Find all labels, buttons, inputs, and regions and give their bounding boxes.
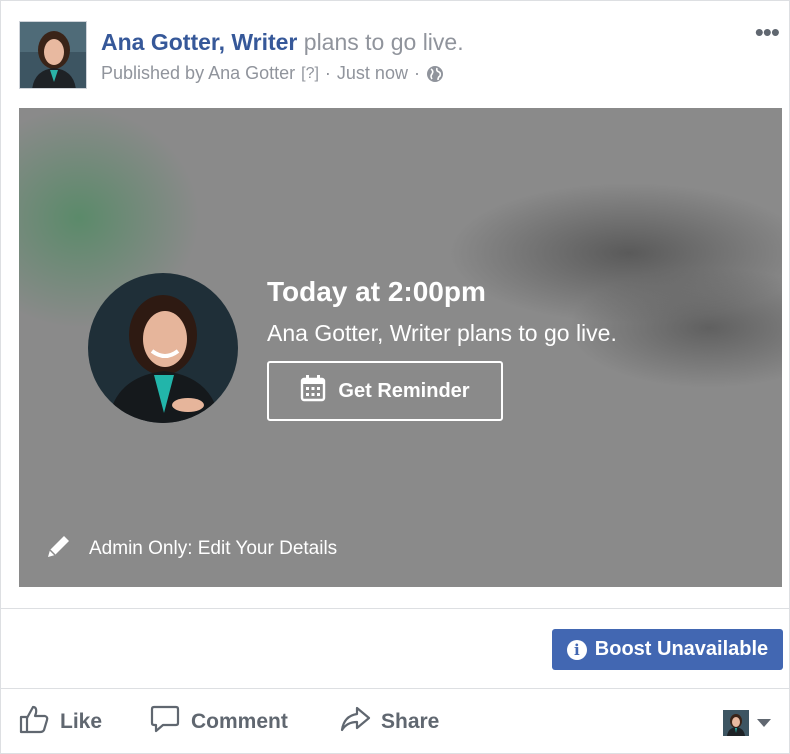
comment-button[interactable]: Comment: [149, 702, 288, 742]
pencil-icon: [45, 532, 73, 566]
comment-label: Comment: [191, 710, 288, 733]
admin-edit-details-link[interactable]: Admin Only: Edit Your Details: [45, 532, 337, 566]
calendar-icon: [300, 374, 326, 408]
get-reminder-label: Get Reminder: [338, 379, 470, 402]
globe-icon[interactable]: [426, 65, 444, 83]
author-link[interactable]: Ana Gotter, Writer: [101, 29, 297, 55]
like-label: Like: [60, 710, 103, 733]
scheduled-time: Today at 2:00pm: [267, 276, 486, 307]
timestamp-link[interactable]: Just now: [337, 63, 408, 84]
meta-separator-2: ·: [413, 63, 420, 83]
boost-label: Boost Unavailable: [594, 638, 769, 660]
chevron-down-icon: [757, 719, 771, 727]
post-headline: Ana Gotter, Writer plans to go live.: [101, 29, 464, 56]
divider: [1, 688, 790, 689]
post-action-text: plans to go live.: [303, 29, 464, 55]
more-options-icon[interactable]: •••: [755, 19, 780, 45]
divider: [1, 608, 790, 609]
boost-unavailable-button[interactable]: i Boost Unavailable: [552, 629, 783, 670]
author-avatar[interactable]: [19, 21, 87, 89]
viewer-avatar: [723, 710, 749, 736]
get-reminder-button[interactable]: Get Reminder: [267, 361, 503, 421]
published-by-text: Published by Ana Gotter: [101, 63, 296, 83]
post-as-selector[interactable]: [723, 710, 771, 736]
thumbs-up-icon: [18, 703, 50, 741]
live-post-card: Ana Gotter, Writer plans to go live. Pub…: [0, 0, 790, 754]
post-meta: Published by Ana Gotter [?] · Just now ·: [101, 63, 444, 84]
help-link[interactable]: [?]: [301, 65, 319, 83]
like-button[interactable]: Like: [18, 702, 102, 742]
share-label: Share: [381, 710, 440, 733]
live-subtitle: Ana Gotter, Writer plans to go live.: [267, 320, 617, 346]
share-button[interactable]: Share: [339, 702, 439, 742]
info-icon: i: [566, 639, 587, 660]
comment-icon: [149, 703, 181, 741]
live-video-preview[interactable]: Today at 2:00pm Ana Gotter, Writer plans…: [19, 108, 782, 587]
admin-edit-label: Admin Only: Edit Your Details: [89, 538, 338, 559]
post-action-bar: Like Comment Share: [1, 702, 790, 742]
author-profile-photo: [88, 273, 238, 423]
share-arrow-icon: [339, 703, 371, 741]
meta-separator: ·: [324, 63, 331, 83]
